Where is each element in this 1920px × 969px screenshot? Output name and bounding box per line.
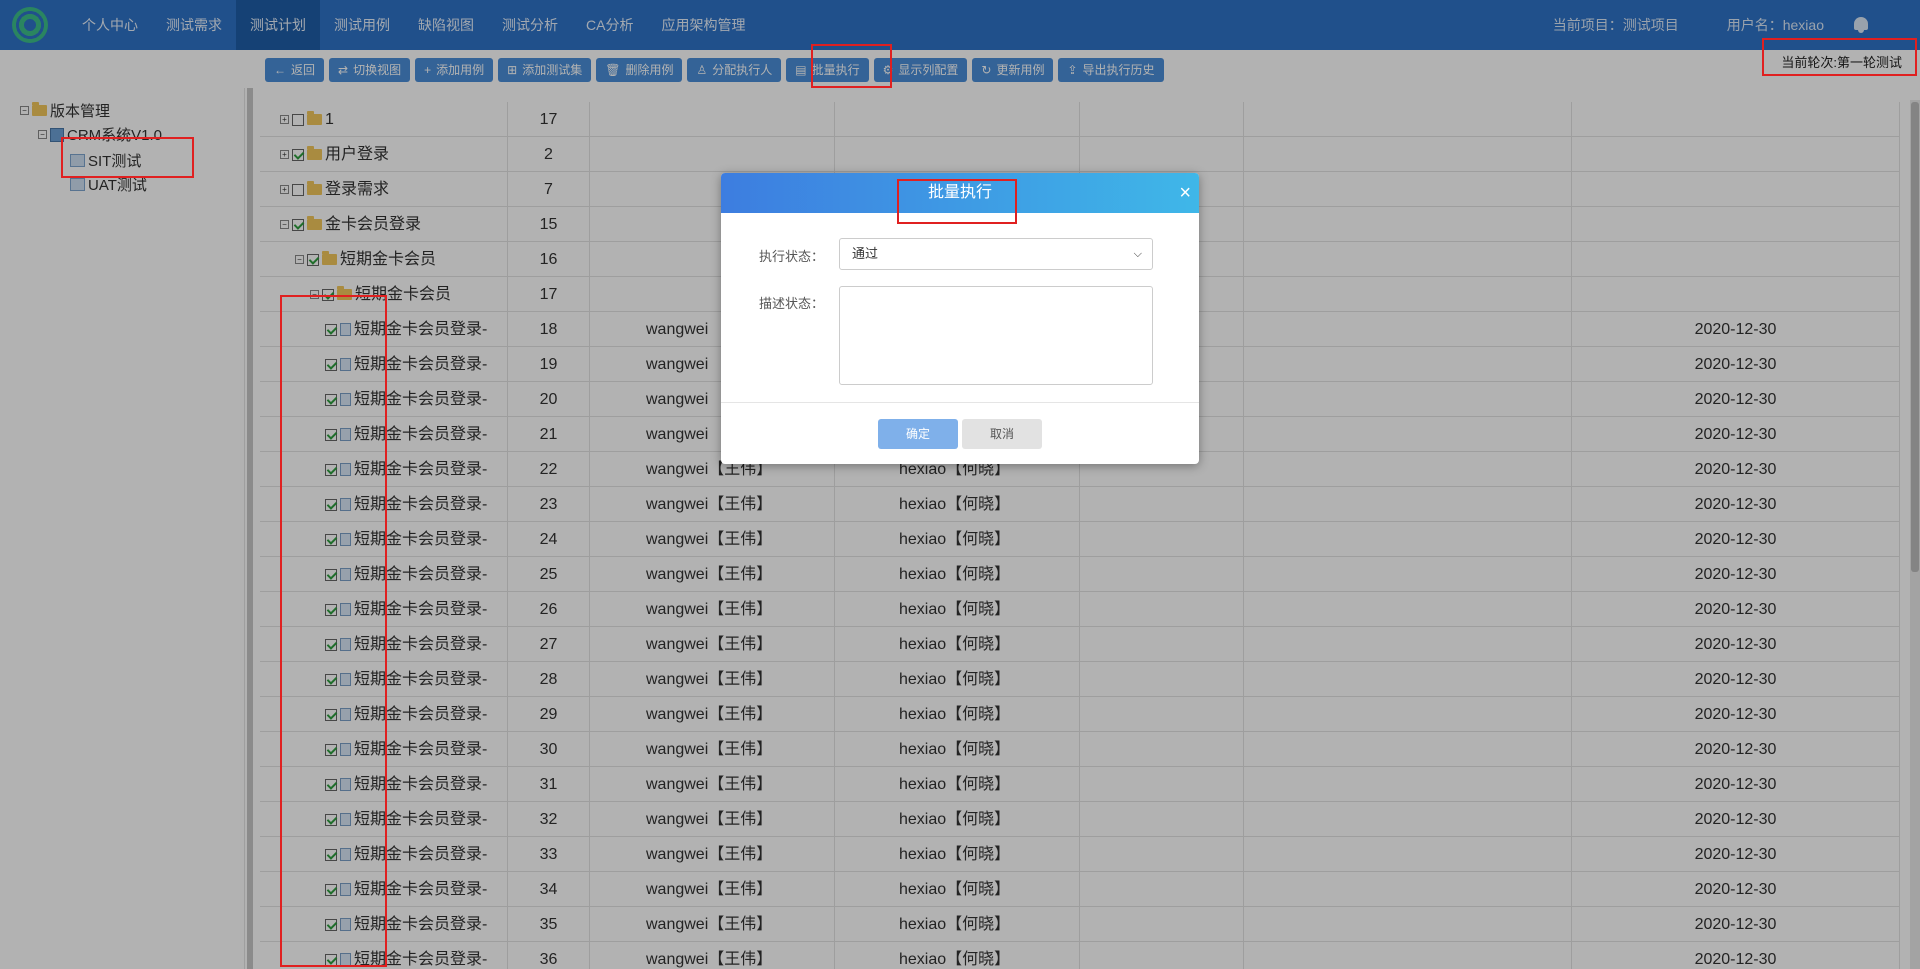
- status-label: 执行状态：: [759, 249, 825, 264]
- batch-execute-dialog: 批量执行 × 执行状态： 通过 ⌵ 描述状态： 确定 取消: [721, 173, 1199, 464]
- chevron-down-icon: ⌵: [1133, 248, 1142, 260]
- close-icon[interactable]: ×: [1179, 173, 1191, 213]
- dialog-header: 批量执行 ×: [721, 173, 1199, 213]
- description-textarea[interactable]: [839, 286, 1153, 385]
- status-select-value: 通过: [852, 246, 879, 261]
- modal-overlay: [0, 0, 1920, 969]
- dialog-title: 批量执行: [927, 184, 992, 201]
- dialog-divider: [721, 402, 1199, 403]
- cancel-button[interactable]: 取消: [962, 419, 1042, 449]
- confirm-button[interactable]: 确定: [878, 419, 958, 449]
- description-label: 描述状态：: [759, 296, 825, 311]
- status-select[interactable]: 通过 ⌵: [839, 238, 1153, 270]
